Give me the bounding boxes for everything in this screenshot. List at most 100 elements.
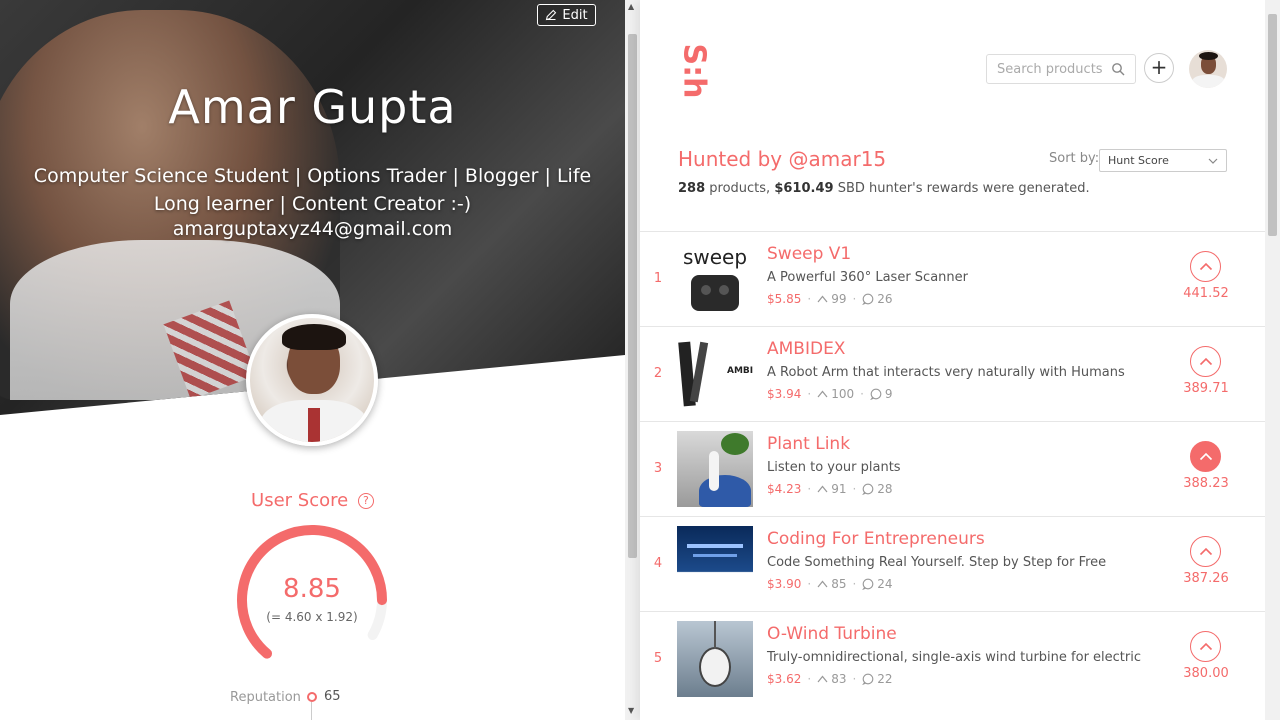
profile-bio: Computer Science Student | Options Trade… xyxy=(33,165,592,215)
user-score-heading: User Score ? xyxy=(0,490,625,511)
reputation-value: 65 xyxy=(324,689,341,704)
product-thumbnail[interactable]: sweep xyxy=(677,241,753,317)
comment-count: 28 xyxy=(877,482,893,496)
product-rank: 4 xyxy=(653,556,663,571)
product-tagline: A Powerful 360° Laser Scanner xyxy=(767,270,968,285)
upvote-button[interactable] xyxy=(1190,251,1221,282)
product-row[interactable]: 4 Coding For Entrepreneurs Code Somethin… xyxy=(640,516,1265,611)
separator-dot: · xyxy=(852,577,857,591)
help-icon[interactable]: ? xyxy=(357,493,374,509)
profile-panel: Edit Amar Gupta Computer Science Student… xyxy=(0,0,625,720)
product-rank: 1 xyxy=(653,271,663,286)
separator-dot: · xyxy=(807,292,812,306)
product-rank: 5 xyxy=(653,651,663,666)
comment-icon xyxy=(862,483,874,495)
profile-email: amarguptaxyz44@gmail.com xyxy=(172,218,453,240)
user-score-formula: (= 4.60 x 1.92) xyxy=(266,610,358,624)
product-name[interactable]: AMBIDEX xyxy=(767,339,845,359)
product-name[interactable]: Coding For Entrepreneurs xyxy=(767,529,985,549)
product-reward: $3.62 xyxy=(767,672,802,686)
product-comments: 24 xyxy=(862,577,893,591)
product-reward: $4.23 xyxy=(767,482,802,496)
upvote-small-icon xyxy=(817,295,828,303)
hunt-score: 389.71 xyxy=(1183,381,1229,396)
product-thumbnail[interactable] xyxy=(677,431,753,507)
upvote-button[interactable] xyxy=(1190,346,1221,377)
hunt-summary: 288 products, $610.49 SBD hunter's rewar… xyxy=(678,181,1090,196)
user-score-value: 8.85 xyxy=(283,574,341,604)
right-scrollbar[interactable] xyxy=(1265,0,1280,720)
chevron-up-icon xyxy=(1199,262,1212,271)
upvote-button[interactable] xyxy=(1190,536,1221,567)
product-rank: 3 xyxy=(653,461,663,476)
left-scrollbar[interactable]: ▲ ▼ xyxy=(625,0,640,720)
separator-dot: · xyxy=(807,387,812,401)
product-name[interactable]: O-Wind Turbine xyxy=(767,624,897,644)
separator-dot: · xyxy=(860,387,864,401)
product-thumbnail[interactable] xyxy=(677,526,753,602)
hunt-score: 380.00 xyxy=(1183,666,1229,681)
product-name[interactable]: Plant Link xyxy=(767,434,850,454)
comment-count: 9 xyxy=(884,387,893,401)
products-panel: S:h + Hunted by @amar15 288 products, $6… xyxy=(640,0,1265,720)
product-name[interactable]: Sweep V1 xyxy=(767,244,851,264)
search-icon[interactable] xyxy=(1111,62,1125,76)
hunt-score: 387.26 xyxy=(1183,571,1229,586)
add-product-button[interactable]: + xyxy=(1144,53,1174,83)
product-meta: $3.90 · 85 · 24 xyxy=(767,577,893,591)
product-thumbnail[interactable] xyxy=(677,621,753,697)
vote-count: 83 xyxy=(831,672,847,686)
search-box[interactable] xyxy=(986,54,1136,84)
product-votes: 83 xyxy=(817,672,846,686)
chevron-down-icon xyxy=(1208,158,1218,164)
avatar-body xyxy=(1192,75,1225,88)
scroll-down-arrow-icon[interactable]: ▼ xyxy=(628,706,634,715)
chevron-up-icon xyxy=(1199,452,1212,461)
user-avatar-menu[interactable] xyxy=(1189,50,1227,88)
right-scrollbar-thumb[interactable] xyxy=(1268,14,1277,236)
sort-select[interactable]: Hunt Score xyxy=(1099,149,1227,172)
product-thumbnail[interactable]: AMBI xyxy=(677,336,753,412)
product-tagline: Code Something Real Yourself. Step by St… xyxy=(767,555,1107,570)
thumb-text: AMBI xyxy=(727,366,753,376)
product-row[interactable]: 2 AMBI AMBIDEX A Robot Arm that interact… xyxy=(640,326,1265,421)
search-input[interactable] xyxy=(997,61,1107,77)
product-comments: 26 xyxy=(862,292,893,306)
upvote-button[interactable] xyxy=(1190,631,1221,662)
product-comments: 28 xyxy=(862,482,893,496)
comment-count: 24 xyxy=(877,577,893,591)
comment-count: 26 xyxy=(877,292,893,306)
thumb-text: sweep xyxy=(682,245,748,269)
upvote-small-icon xyxy=(817,675,828,683)
product-votes: 100 xyxy=(817,387,854,401)
avatar-tie xyxy=(308,408,320,442)
separator-dot: · xyxy=(807,672,812,686)
vote-count: 91 xyxy=(831,482,847,496)
product-row[interactable]: 3 Plant Link Listen to your plants $4.23… xyxy=(640,421,1265,516)
steemhunt-logo[interactable]: S:h xyxy=(677,44,712,99)
product-tagline: Truly-omnidirectional, single-axis wind … xyxy=(767,650,1142,665)
left-scrollbar-thumb[interactable] xyxy=(628,34,637,558)
user-score-label: User Score xyxy=(251,490,349,511)
scroll-up-arrow-icon[interactable]: ▲ xyxy=(628,2,634,11)
rewards-suffix: SBD hunter's rewards were generated. xyxy=(837,181,1090,196)
vote-count: 85 xyxy=(831,577,847,591)
edit-profile-button[interactable]: Edit xyxy=(537,4,596,26)
product-votes: 99 xyxy=(817,292,846,306)
vote-count: 100 xyxy=(831,387,855,401)
chevron-up-icon xyxy=(1199,357,1212,366)
upvote-small-icon xyxy=(817,390,828,398)
comment-icon xyxy=(862,578,874,590)
product-row[interactable]: 5 O-Wind Turbine Truly-omnidirectional, … xyxy=(640,611,1265,706)
hunt-score: 441.52 xyxy=(1183,286,1229,301)
comment-icon xyxy=(862,673,874,685)
product-row[interactable]: 1 sweep Sweep V1 A Powerful 360° Laser S… xyxy=(640,231,1265,326)
product-list: 1 sweep Sweep V1 A Powerful 360° Laser S… xyxy=(640,231,1265,706)
upvote-button[interactable] xyxy=(1190,441,1221,472)
hunt-score: 388.23 xyxy=(1183,476,1229,491)
product-rank: 2 xyxy=(653,366,663,381)
sort-selected-value: Hunt Score xyxy=(1108,154,1169,167)
product-reward: $3.94 xyxy=(767,387,802,401)
separator-dot: · xyxy=(852,672,857,686)
separator-dot: · xyxy=(807,577,812,591)
